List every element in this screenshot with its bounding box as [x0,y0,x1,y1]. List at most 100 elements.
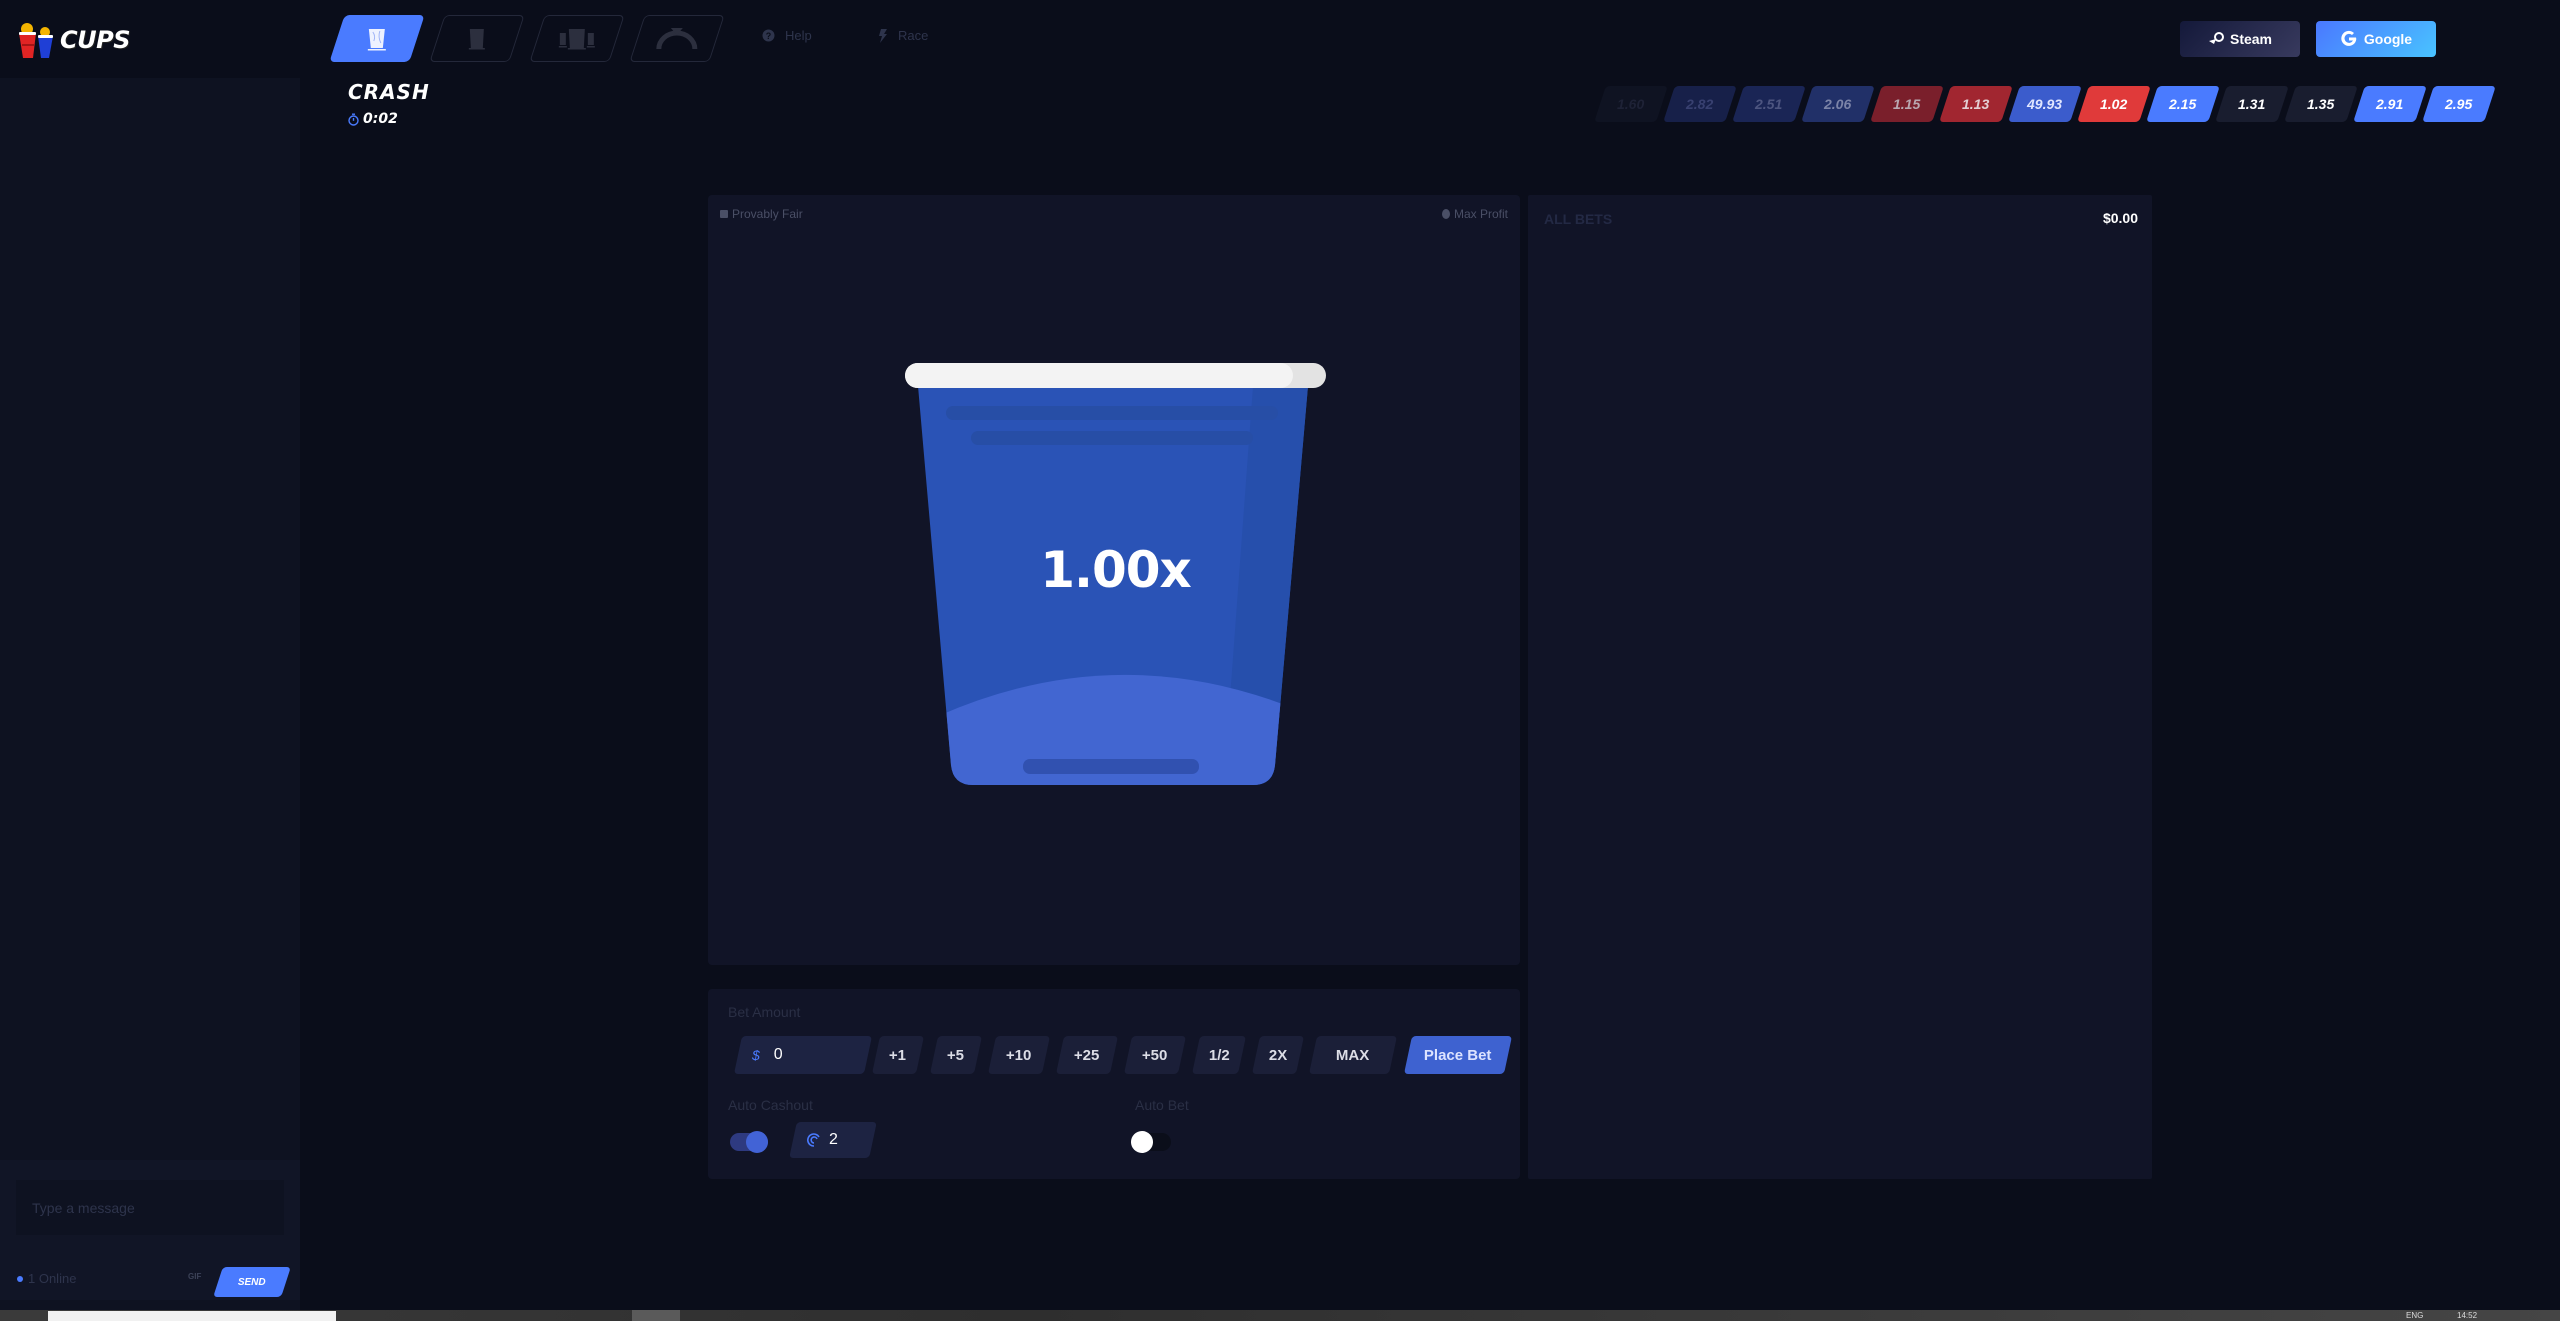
chat-box: 1 Online GIF SEND [0,1160,300,1300]
history-multiplier-value: 2.91 [2376,96,2404,112]
cup-icon [466,27,488,51]
history-multiplier[interactable]: 1.15 [1870,86,1944,122]
history-multiplier[interactable]: 1.02 [2077,86,2151,122]
history-multiplier[interactable]: 1.35 [2284,86,2358,122]
quick-bet-button[interactable]: MAX [1308,1036,1398,1074]
help-label: Help [785,28,812,43]
quick-bet-button[interactable]: +5 [929,1036,983,1074]
taskbar-clock[interactable]: 14:52 [2457,1311,2477,1320]
online-count: 1 Online [28,1271,77,1286]
quick-bet-button[interactable]: +10 [987,1036,1051,1074]
bet-amount-input[interactable] [773,1046,854,1064]
history-multiplier[interactable]: 49.93 [2008,86,2082,122]
game-tab-arc[interactable] [629,15,725,62]
taskbar-active-app[interactable] [632,1310,680,1321]
steam-login-button[interactable]: Steam [2180,21,2300,57]
provably-fair-link[interactable]: Provably Fair [720,207,803,221]
quick-bet-label: +25 [1074,1046,1100,1064]
triple-cup-icon [558,27,596,51]
send-button[interactable]: SEND [213,1267,291,1297]
quick-bet-button[interactable]: +50 [1123,1036,1187,1074]
quick-bet-label: MAX [1336,1046,1370,1064]
round-timer: 0:02 [348,111,398,127]
quick-bet-label: 1/2 [1208,1046,1230,1064]
logo[interactable]: CUPS [16,20,130,60]
bet-amount-field[interactable]: $ [733,1036,873,1074]
history-multiplier-value: 1.02 [2100,96,2128,112]
auto-cashout-input[interactable] [829,1131,869,1149]
info-icon [1441,209,1450,219]
history-multiplier[interactable]: 2.51 [1732,86,1806,122]
history-multiplier[interactable]: 1.31 [2215,86,2289,122]
quick-bet-button[interactable]: +25 [1055,1036,1119,1074]
timer-value: 0:02 [363,111,398,127]
history-multiplier-value: 2.82 [1686,96,1714,112]
history-multiplier[interactable]: 2.15 [2146,86,2220,122]
history-multiplier[interactable]: 2.06 [1801,86,1875,122]
dice-icon [720,210,728,218]
dollar-icon: $ [752,1047,760,1063]
auto-cashout-toggle[interactable] [730,1131,768,1153]
history-multiplier-value: 2.95 [2445,96,2473,112]
game-panel: Provably Fair Max Profit 1.00x [708,195,1520,965]
history-multiplier-value: 2.51 [1755,96,1783,112]
history-multiplier-value: 1.31 [2238,96,2266,112]
send-label: SEND [238,1276,266,1288]
logo-area: CUPS [0,0,300,78]
history-multiplier-value: 2.06 [1824,96,1852,112]
history-multiplier-value: 49.93 [2027,96,2063,112]
stopwatch-icon [348,113,359,126]
arc-icon [654,27,700,51]
auto-cashout-label: Auto Cashout [728,1097,813,1113]
history-multiplier[interactable]: 2.91 [2353,86,2427,122]
taskbar-language[interactable]: ENG [2406,1311,2423,1320]
game-tab-cups-battle[interactable] [529,15,625,62]
crash-cup: 1.00x [903,363,1328,795]
all-bets-panel: ALL BETS $0.00 [1528,195,2152,1179]
auto-bet-label: Auto Bet [1135,1097,1189,1113]
crash-multiplier: 1.00x [1040,541,1192,599]
history-multiplier[interactable]: 1.60 [1594,86,1668,122]
quick-bet-label: +5 [947,1046,965,1064]
quick-bet-label: +50 [1142,1046,1168,1064]
steam-label: Steam [2229,31,2273,47]
history-multiplier-value: 1.13 [1962,96,1990,112]
question-circle-icon: ? [762,29,775,41]
history-multiplier-value: 1.15 [1893,96,1921,112]
top-nav: ? Help Race Steam Google [300,0,2560,78]
quick-bet-button[interactable]: +1 [871,1036,925,1074]
game-tab-crash[interactable] [329,15,425,62]
game-tab-cup[interactable] [429,15,525,62]
gif-button[interactable]: GIF [188,1272,201,1281]
nav-link-race[interactable]: Race [878,28,928,43]
chat-sidebar: CUPS 1 Online GIF SEND [0,0,300,1310]
chat-message-input[interactable] [16,1180,284,1235]
google-login-button[interactable]: Google [2316,21,2436,57]
auto-cashout-field[interactable] [789,1122,877,1158]
history-multiplier[interactable]: 2.82 [1663,86,1737,122]
logo-text: CUPS [60,26,130,54]
lightning-icon [879,28,887,43]
google-icon [2341,30,2357,46]
all-bets-total: $0.00 [2102,210,2138,226]
auto-bet-toggle[interactable] [1131,1131,1171,1153]
quick-bet-button[interactable]: 1/2 [1191,1036,1247,1074]
game-title: CRASH [348,80,430,104]
online-dot-icon [17,1275,23,1282]
history-multiplier[interactable]: 1.13 [1939,86,2013,122]
single-cup-icon [366,27,388,51]
quick-bet-button[interactable]: 2X [1251,1036,1305,1074]
max-profit-link[interactable]: Max Profit [1441,207,1508,221]
app-root: CUPS 1 Online GIF SEND [0,0,2560,1321]
toggle-knob [1131,1131,1153,1153]
provably-fair-label: Provably Fair [732,207,803,221]
nav-link-help[interactable]: ? Help [762,28,812,43]
bet-panel: Bet Amount $ +1 +5 +10 +25 +50 1/2 2X MAX Place… [708,989,1520,1179]
history-multiplier[interactable]: 2.95 [2422,86,2496,122]
logo-cups-icon [16,20,58,60]
target-icon [807,1133,820,1147]
bet-amount-label: Bet Amount [728,1004,801,1020]
taskbar-search[interactable] [48,1311,336,1321]
max-profit-label: Max Profit [1453,207,1508,221]
place-bet-button[interactable]: Place Bet [1403,1036,1513,1074]
